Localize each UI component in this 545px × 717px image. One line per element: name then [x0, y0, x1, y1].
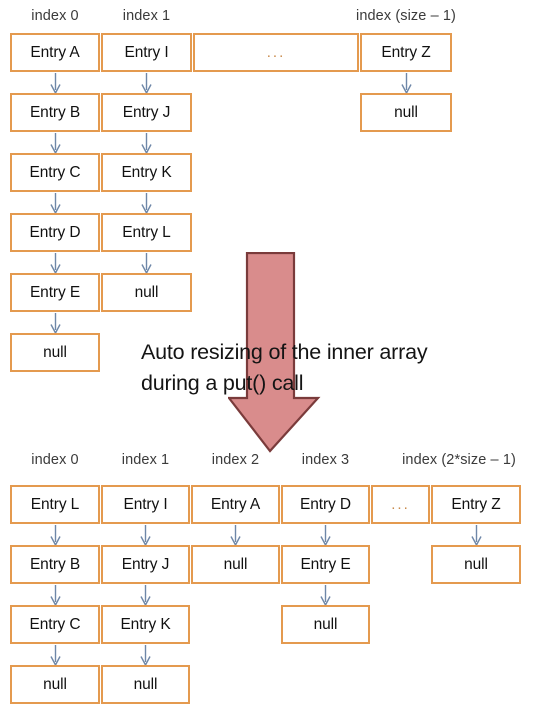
array-entry-box: Entry C [10, 605, 100, 644]
chain-link-arrow-icon [49, 253, 62, 275]
array-cell-ellipsis: ... [193, 33, 359, 72]
array-entry-box: null [431, 545, 521, 584]
chain-link-arrow-icon [319, 585, 332, 607]
array-entry-box: null [10, 333, 100, 372]
chain-link-arrow-icon [140, 73, 153, 95]
chain-link-arrow-icon [49, 193, 62, 215]
chain-link-arrow-icon [140, 253, 153, 275]
array-entry-box: Entry K [101, 153, 192, 192]
diagram-caption: Auto resizing of the inner array during … [141, 337, 471, 399]
index-label-0: index 0 [31, 8, 79, 24]
caption-line-2: during a put() call [141, 371, 304, 395]
index-label-2: index (size – 1) [356, 8, 456, 24]
array-entry-box: Entry Z [431, 485, 521, 524]
caption-line-1: Auto resizing of the inner array [141, 340, 428, 364]
array-entry-box: Entry I [101, 33, 192, 72]
chain-link-arrow-icon [319, 525, 332, 547]
chain-link-arrow-icon [49, 313, 62, 335]
array-entry-box: Entry K [101, 605, 190, 644]
chain-link-arrow-icon [400, 73, 413, 95]
chain-link-arrow-icon [140, 193, 153, 215]
chain-link-arrow-icon [49, 133, 62, 155]
chain-link-arrow-icon [229, 525, 242, 547]
array-entry-box: null [101, 665, 190, 704]
array-entry-box: Entry C [10, 153, 100, 192]
chain-link-arrow-icon [139, 585, 152, 607]
array-entry-box: Entry J [101, 93, 192, 132]
array-cell-ellipsis: ... [371, 485, 430, 524]
chain-link-arrow-icon [139, 645, 152, 667]
array-entry-box: null [101, 273, 192, 312]
array-entry-box: Entry Z [360, 33, 452, 72]
array-entry-box: Entry A [191, 485, 280, 524]
array-entry-box: Entry E [10, 273, 100, 312]
array-entry-box: Entry B [10, 93, 100, 132]
array-entry-box: Entry B [10, 545, 100, 584]
index-label-2: index 2 [211, 452, 260, 468]
array-entry-box: null [281, 605, 370, 644]
array-entry-box: Entry A [10, 33, 100, 72]
index-label-4: index (2*size – 1) [402, 452, 516, 468]
array-entry-box: null [191, 545, 280, 584]
array-entry-box: Entry D [10, 213, 100, 252]
chain-link-arrow-icon [140, 133, 153, 155]
chain-link-arrow-icon [470, 525, 483, 547]
array-entry-box: Entry I [101, 485, 190, 524]
index-label-0: index 0 [31, 452, 79, 468]
chain-link-arrow-icon [49, 645, 62, 667]
chain-link-arrow-icon [49, 585, 62, 607]
array-entry-box: null [360, 93, 452, 132]
array-entry-box: Entry E [281, 545, 370, 584]
hashmap-resize-diagram: index 0 index 1 index (size – 1) Entry A En… [0, 0, 545, 717]
chain-link-arrow-icon [139, 525, 152, 547]
index-label-1: index 1 [121, 452, 170, 468]
array-entry-box: Entry J [101, 545, 190, 584]
chain-link-arrow-icon [49, 525, 62, 547]
array-entry-box: Entry D [281, 485, 370, 524]
index-label-1: index 1 [122, 8, 171, 24]
index-label-3: index 3 [301, 452, 350, 468]
array-entry-box: null [10, 665, 100, 704]
array-entry-box: Entry L [101, 213, 192, 252]
chain-link-arrow-icon [49, 73, 62, 95]
array-entry-box: Entry L [10, 485, 100, 524]
